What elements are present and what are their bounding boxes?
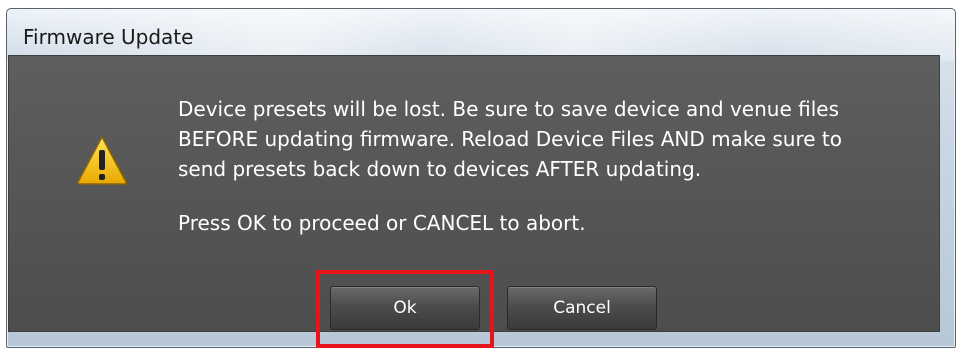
cancel-button[interactable]: Cancel (507, 286, 657, 330)
message-instruction: Press OK to proceed or CANCEL to abort. (178, 211, 586, 235)
message-line: send presets back down to devices AFTER … (178, 157, 702, 181)
ok-button-highlight (316, 270, 494, 348)
warning-triangle-icon (77, 135, 127, 185)
title-bar[interactable]: Firmware Update (7, 9, 955, 61)
message-line: Device presets will be lost. Be sure to … (178, 97, 839, 121)
message-line: BEFORE updating firmware. Reload Device … (178, 127, 843, 151)
window-title: Firmware Update (23, 25, 194, 49)
warning-message: Device presets will be lost. Be sure to … (178, 94, 918, 238)
